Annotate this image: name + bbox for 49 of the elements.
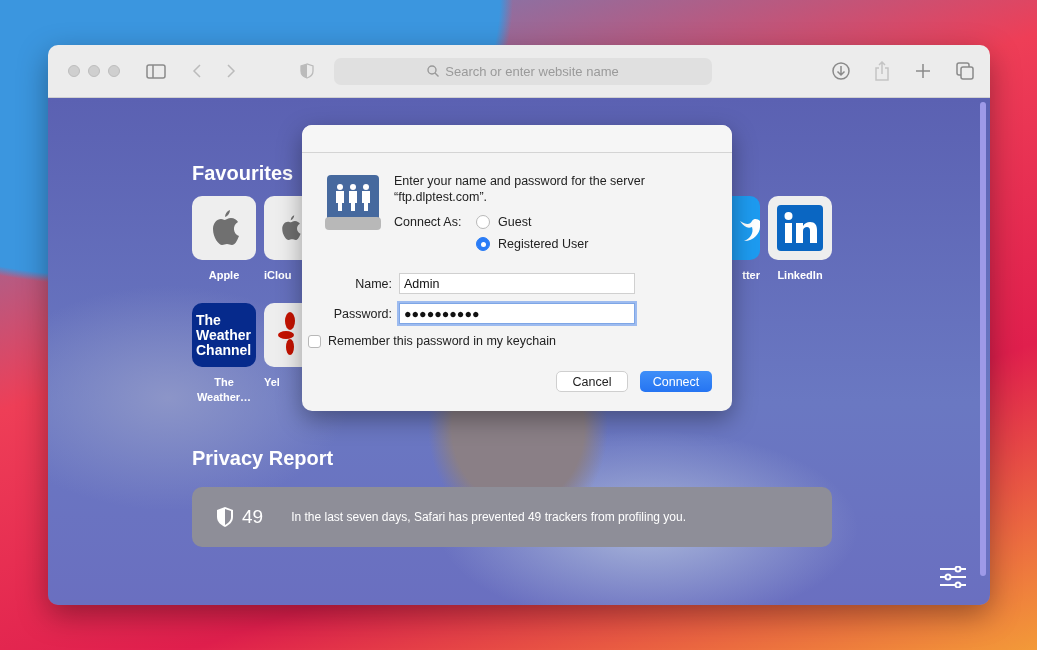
favourite-tile[interactable]: [264, 196, 302, 260]
cancel-button[interactable]: Cancel: [556, 371, 628, 392]
tabs-icon[interactable]: [956, 62, 974, 80]
section-heading: Privacy Report: [192, 447, 334, 471]
checkbox-label: Remember this password in my keychain: [328, 334, 556, 348]
shield-icon[interactable]: [300, 63, 314, 79]
plus-icon[interactable]: [916, 64, 930, 78]
minimize-button[interactable]: [88, 65, 100, 77]
section-heading: Favourites: [192, 162, 294, 186]
close-button[interactable]: [68, 65, 80, 77]
sidebar-icon[interactable]: [146, 63, 166, 79]
input-field[interactable]: Admin: [399, 273, 635, 294]
favourite-tile[interactable]: [192, 196, 256, 260]
field-label: Password:: [332, 306, 392, 321]
search-placeholder: Search or enter website name: [445, 63, 619, 79]
dialog-message: Enter your name and password for the server “ftp.dlptest.com”.: [394, 173, 646, 205]
privacy-message: In the last seven days, Safari has prevented 49 trackers from profiling you.: [291, 510, 686, 524]
favourite-label: The Weather…: [195, 375, 253, 405]
favourite-tile[interactable]: [768, 196, 832, 260]
checkbox[interactable]: [308, 334, 321, 348]
favourite-label: tter: [742, 268, 760, 283]
server-drive-icon: [324, 173, 382, 233]
scrollbar[interactable]: [980, 102, 986, 576]
favourite-tile[interactable]: [732, 196, 760, 260]
radio-label: Guest: [498, 215, 532, 229]
shield-icon: [216, 506, 234, 528]
share-icon[interactable]: [874, 61, 890, 81]
connect-button[interactable]: Connect: [640, 371, 712, 392]
favourite-tile[interactable]: The Weather Channel: [192, 303, 256, 367]
favourite-label: Yel: [264, 375, 280, 390]
linkedin-logo-icon: [777, 205, 823, 251]
input-field[interactable]: ●●●●●●●●●●: [399, 303, 635, 324]
favourite-label: Apple: [207, 268, 241, 283]
back-icon[interactable]: [192, 63, 202, 79]
favourite-label: LinkedIn: [776, 268, 824, 283]
radio-label: Registered User: [498, 237, 589, 251]
field-label: Name:: [354, 276, 392, 291]
radio-button[interactable]: [476, 237, 490, 251]
tracker-count: 49: [242, 506, 264, 528]
favourite-tile[interactable]: [264, 303, 302, 367]
search-icon: [427, 65, 440, 77]
forward-icon[interactable]: [226, 63, 236, 79]
connect-as-label: Connect As:: [394, 215, 463, 229]
settings-icon[interactable]: [940, 566, 966, 588]
radio-button[interactable]: [476, 215, 490, 229]
logo-text: The Weather Channel: [195, 312, 253, 358]
zoom-button[interactable]: [108, 65, 120, 77]
download-icon[interactable]: [832, 62, 850, 80]
favourite-label: iClou: [264, 268, 292, 283]
